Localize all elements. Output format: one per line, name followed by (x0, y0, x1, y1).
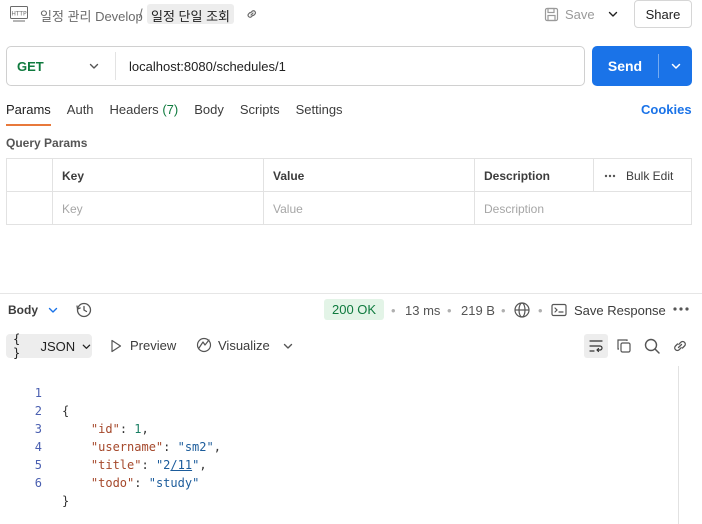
query-params-title: Query Params (6, 136, 88, 150)
param-description-input[interactable]: Description (474, 192, 691, 225)
json-entry: "todo": "study" (90, 476, 200, 490)
save-label: Save (565, 6, 595, 22)
tab-auth[interactable]: Auth (67, 102, 94, 126)
column-key: Key (52, 159, 263, 192)
save-response-label: Save Response (574, 302, 666, 318)
separator-dot: • (501, 303, 506, 318)
save-icon (544, 7, 559, 21)
params-header-row: Key Value Description Bulk Edit (7, 159, 691, 192)
chevron-down-icon[interactable] (47, 304, 59, 316)
breadcrumb-collection[interactable]: 일정 관리 Develop (40, 6, 143, 25)
share-link-icon[interactable] (671, 337, 689, 355)
format-label: JSON (40, 338, 76, 354)
response-divider (0, 293, 702, 294)
preview-button[interactable]: Preview (110, 338, 176, 353)
format-select[interactable]: { } JSON (6, 332, 92, 360)
dots-icon (604, 174, 616, 177)
tab-headers[interactable]: Headers (7) (110, 102, 179, 126)
save-response-icon (551, 303, 567, 317)
method-select[interactable]: GET (17, 59, 44, 74)
history-icon[interactable] (75, 301, 93, 319)
json-braces-icon: { } (13, 332, 21, 360)
response-time[interactable]: 13 ms (405, 303, 440, 318)
json-close-brace: } (62, 494, 70, 508)
preview-label: Preview (130, 338, 177, 353)
search-icon[interactable] (643, 337, 661, 355)
send-divider (658, 54, 659, 78)
http-icon: HTTP (10, 6, 28, 22)
status-badge[interactable]: 200 OK (324, 299, 385, 320)
separator-dot: • (391, 303, 396, 318)
chevron-down-icon (671, 63, 681, 69)
checkbox-column (7, 159, 52, 192)
code-line: 3 "username": "sm2", (0, 402, 680, 454)
share-button[interactable]: Share (634, 0, 692, 28)
save-button[interactable]: Save (544, 4, 595, 24)
params-table: Key Value Description Bulk Edit Key Valu… (6, 158, 692, 225)
copy-icon[interactable] (615, 337, 633, 355)
param-key-input[interactable]: Key (52, 192, 263, 225)
line-number: 6 (34, 476, 42, 490)
globe-icon[interactable] (513, 301, 531, 319)
send-label[interactable]: Send (592, 46, 658, 86)
response-body-viewer[interactable]: 1 { 2 "id": 1, 3 "username": "sm2", 4 "t… (0, 366, 680, 508)
visualize-icon (196, 337, 212, 353)
headers-count: (7) (162, 102, 179, 117)
tab-body[interactable]: Body (194, 102, 224, 126)
save-response-button[interactable]: Save Response (551, 301, 666, 319)
tab-scripts[interactable]: Scripts (240, 102, 280, 126)
code-line: 6 } (0, 456, 680, 508)
breadcrumb-separator: / (139, 6, 143, 21)
response-body-select[interactable]: Body (8, 303, 38, 317)
row-checkbox-cell (7, 192, 52, 225)
tab-headers-label: Headers (109, 102, 159, 117)
code-line: 2 "id": 1, (0, 384, 680, 436)
visualize-label: Visualize (218, 337, 270, 353)
tab-params[interactable]: Params (6, 102, 51, 126)
tab-settings[interactable]: Settings (296, 102, 343, 126)
wrap-lines-button[interactable] (584, 334, 608, 358)
column-value: Value (263, 159, 474, 192)
request-title[interactable]: 일정 단일 조회 (147, 4, 234, 24)
send-options-button[interactable] (660, 46, 692, 86)
code-line: 1 { (0, 366, 680, 418)
response-size[interactable]: 219 B (461, 303, 495, 318)
params-empty-row: Key Value Description (7, 192, 691, 225)
wrap-lines-icon (589, 340, 603, 353)
separator-dot: • (538, 303, 543, 318)
chevron-down-icon (82, 344, 91, 349)
separator-dot: • (447, 303, 452, 318)
save-options-button[interactable] (600, 0, 626, 28)
send-button[interactable]: Send (592, 46, 692, 86)
more-icon[interactable] (672, 303, 690, 315)
chevron-down-icon[interactable] (88, 60, 100, 72)
url-divider (115, 52, 116, 80)
bulk-edit-button[interactable]: Bulk Edit (593, 159, 691, 192)
link-icon[interactable] (245, 7, 259, 21)
code-line: 4 "title": "2/11", (0, 420, 680, 472)
scrollbar[interactable] (678, 366, 679, 524)
play-icon (111, 339, 122, 352)
svg-text:HTTP: HTTP (11, 11, 27, 18)
column-description: Description (474, 159, 593, 192)
chevron-down-icon[interactable] (282, 340, 294, 352)
param-value-input[interactable]: Value (263, 192, 474, 225)
code-line: 5 "todo": "study" (0, 438, 680, 490)
cookies-link[interactable]: Cookies (641, 102, 692, 117)
url-input[interactable]: localhost:8080/schedules/1 (129, 59, 286, 74)
json-key: "todo" (90, 476, 135, 490)
chevron-down-icon (608, 11, 618, 17)
bulk-edit-label: Bulk Edit (626, 168, 674, 183)
json-value: "study" (148, 476, 200, 490)
visualize-button[interactable]: Visualize (196, 337, 270, 353)
request-tabs: Params Auth Headers (7) Body Scripts Set… (6, 102, 359, 126)
